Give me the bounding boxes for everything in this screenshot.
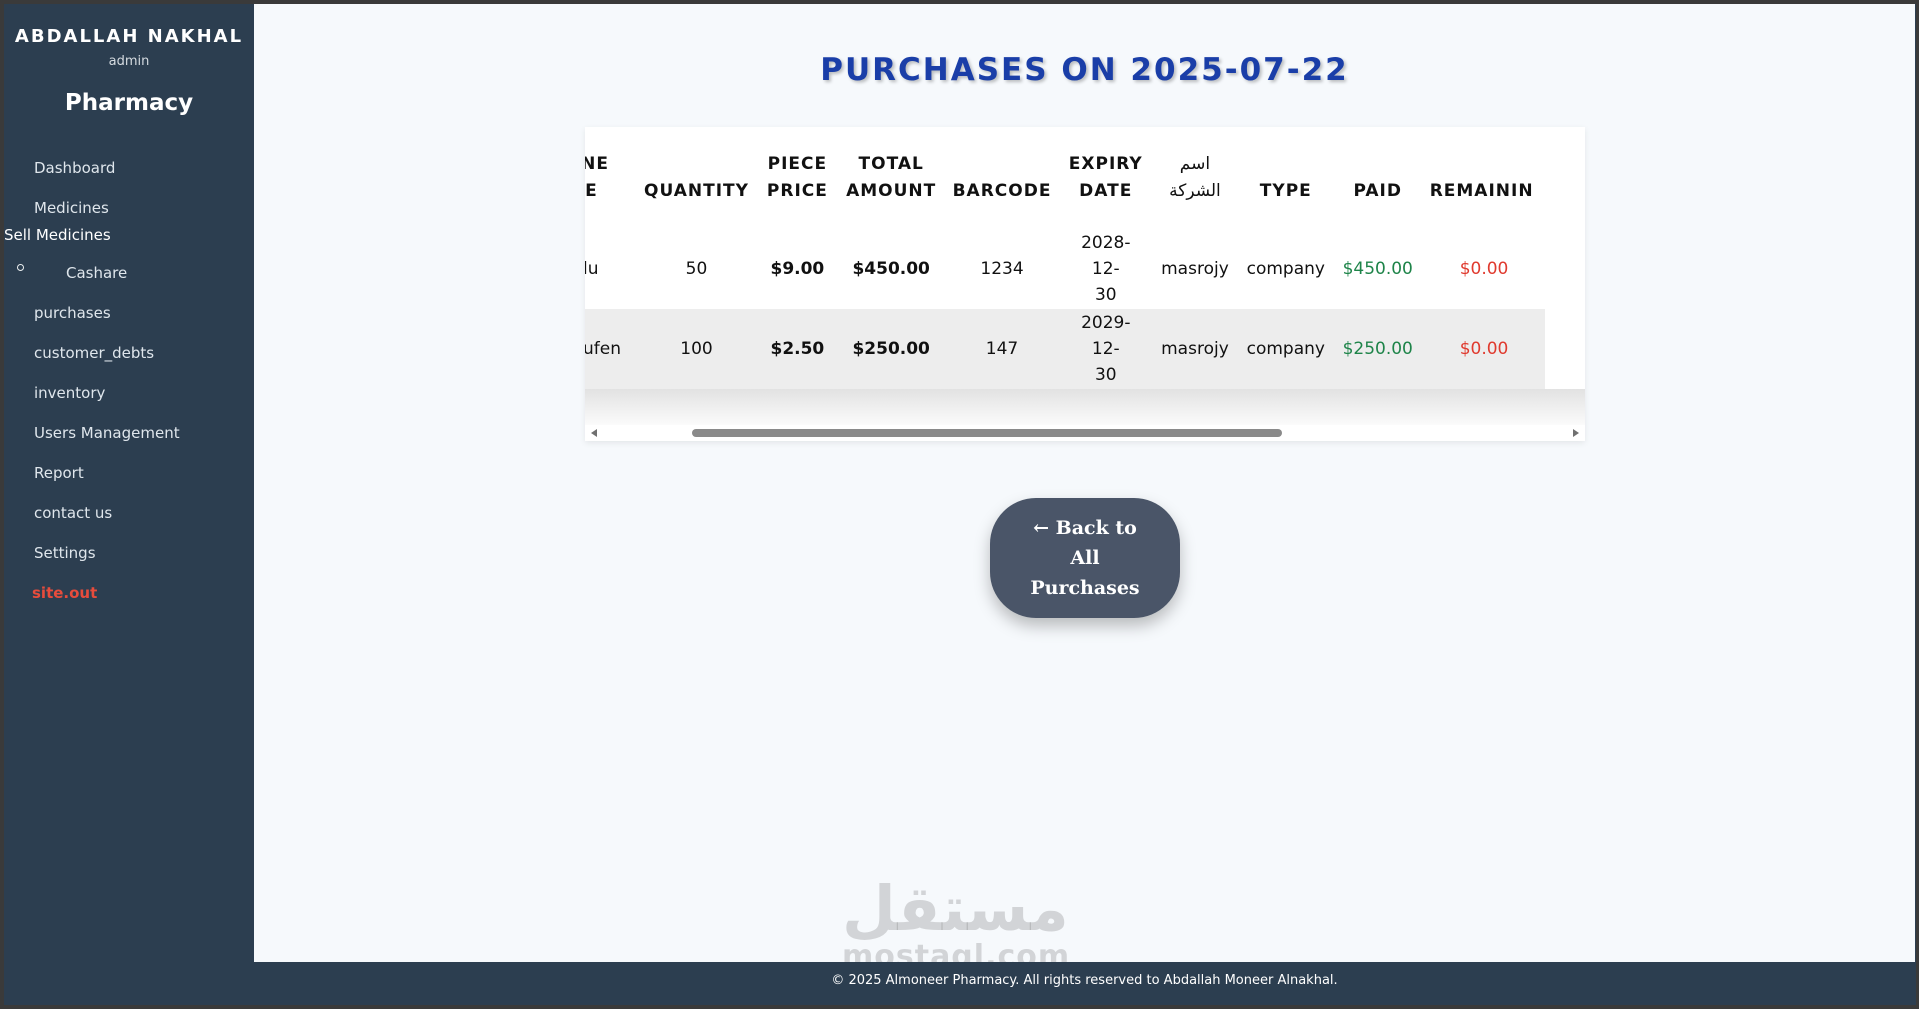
brand-title: Pharmacy	[64, 90, 194, 116]
cell-remaining: $0.00	[1421, 229, 1545, 309]
horizontal-scrollbar[interactable]	[585, 425, 1585, 439]
header-piece-price: PIECE PRICE	[766, 154, 828, 201]
header-quantity: QUANTITY	[644, 181, 749, 201]
footer-copyright: © 2025 Almoneer Pharmacy. All rights res…	[831, 973, 1338, 988]
submenu-bullet-icon	[17, 264, 24, 271]
header-type: TYPE	[1259, 181, 1312, 201]
watermark-logo: مستقل mostaql.com	[842, 872, 1071, 974]
user-role: admin	[108, 54, 150, 69]
header-company-name: اسم الشركة	[1169, 154, 1221, 201]
cell-expiry-date: 2029-12- 30	[1059, 309, 1153, 389]
footer: © 2025 Almoneer Pharmacy. All rights res…	[254, 962, 1915, 1005]
sidebar-item-purchases[interactable]: purchases	[34, 304, 111, 322]
header-total-amount: TOTAL AMOUNT	[846, 154, 937, 201]
sidebar-item-customer-debts[interactable]: customer_debts	[34, 344, 154, 362]
table-row: ufen 100 $2.50 $250.00 147 2029-12- 30 ma…	[585, 309, 1545, 389]
table-header-row: ICINEAME QUANTITY PIECEPRICE TOTALAMOUNT…	[585, 127, 1545, 229]
cell-type: company	[1237, 229, 1334, 309]
sidebar-item-medicines[interactable]: Medicines	[34, 199, 109, 217]
cell-expiry-date: 2028-12- 30	[1059, 229, 1153, 309]
cell-company: masrojy	[1152, 309, 1238, 389]
cell-paid: $250.00	[1333, 309, 1422, 389]
table-row: lu 50 $9.00 $450.00 1234 2028-12- 30 masr…	[585, 229, 1545, 309]
back-to-all-purchases-button[interactable]: ← Back to All Purchases	[990, 498, 1180, 618]
sidebar-item-logout[interactable]: site.out	[32, 584, 97, 602]
sidebar-item-contact-us[interactable]: contact us	[34, 504, 112, 522]
sidebar-item-report[interactable]: Report	[34, 464, 84, 482]
cell-type: company	[1237, 309, 1334, 389]
header-barcode: BARCODE	[952, 181, 1052, 201]
cell-barcode: 1234	[944, 229, 1060, 309]
header-medicine-name: ICINEAME	[585, 154, 609, 201]
sidebar: ABDALLAH NAKHAL admin Pharmacy Dashboard…	[4, 4, 254, 962]
main-content: PURCHASES ON 2025-07-22 ICINEAME QUANTIT…	[254, 4, 1915, 972]
scroll-right-arrow-icon[interactable]	[1573, 429, 1579, 437]
sidebar-item-users-management[interactable]: Users Management	[34, 424, 180, 442]
cell-piece-price: $2.50	[756, 309, 838, 389]
cell-remaining: $0.00	[1421, 309, 1545, 389]
cell-quantity: 50	[636, 229, 757, 309]
cell-medicine-name: ufen	[585, 309, 637, 389]
header-paid: PAID	[1353, 181, 1402, 201]
header-remaining: REMAININ	[1429, 181, 1534, 201]
purchases-table: ICINEAME QUANTITY PIECEPRICE TOTALAMOUNT…	[585, 127, 1545, 389]
cell-total-amount: $250.00	[837, 309, 945, 389]
cell-medicine-name: lu	[585, 229, 637, 309]
user-name: ABDALLAH NAKHAL	[14, 26, 244, 47]
scrollbar-thumb[interactable]	[692, 429, 1282, 437]
cell-piece-price: $9.00	[756, 229, 838, 309]
purchases-table-container[interactable]: ICINEAME QUANTITY PIECEPRICE TOTALAMOUNT…	[585, 127, 1585, 441]
sidebar-item-settings[interactable]: Settings	[34, 544, 96, 562]
sidebar-item-inventory[interactable]: inventory	[34, 384, 105, 402]
sidebar-item-sell-medicines[interactable]: Sell Medicines	[4, 226, 111, 244]
sidebar-item-dashboard[interactable]: Dashboard	[34, 159, 115, 177]
sidebar-item-cashare[interactable]: Cashare	[66, 264, 127, 282]
scroll-left-arrow-icon[interactable]	[591, 429, 597, 437]
cell-paid: $450.00	[1333, 229, 1422, 309]
page-title: PURCHASES ON 2025-07-22	[820, 52, 1349, 88]
cell-barcode: 147	[944, 309, 1060, 389]
header-expiry-date: EXPIRY DATE	[1068, 154, 1143, 201]
cell-quantity: 100	[636, 309, 757, 389]
cell-total-amount: $450.00	[837, 229, 945, 309]
cell-company: masrojy	[1152, 229, 1238, 309]
